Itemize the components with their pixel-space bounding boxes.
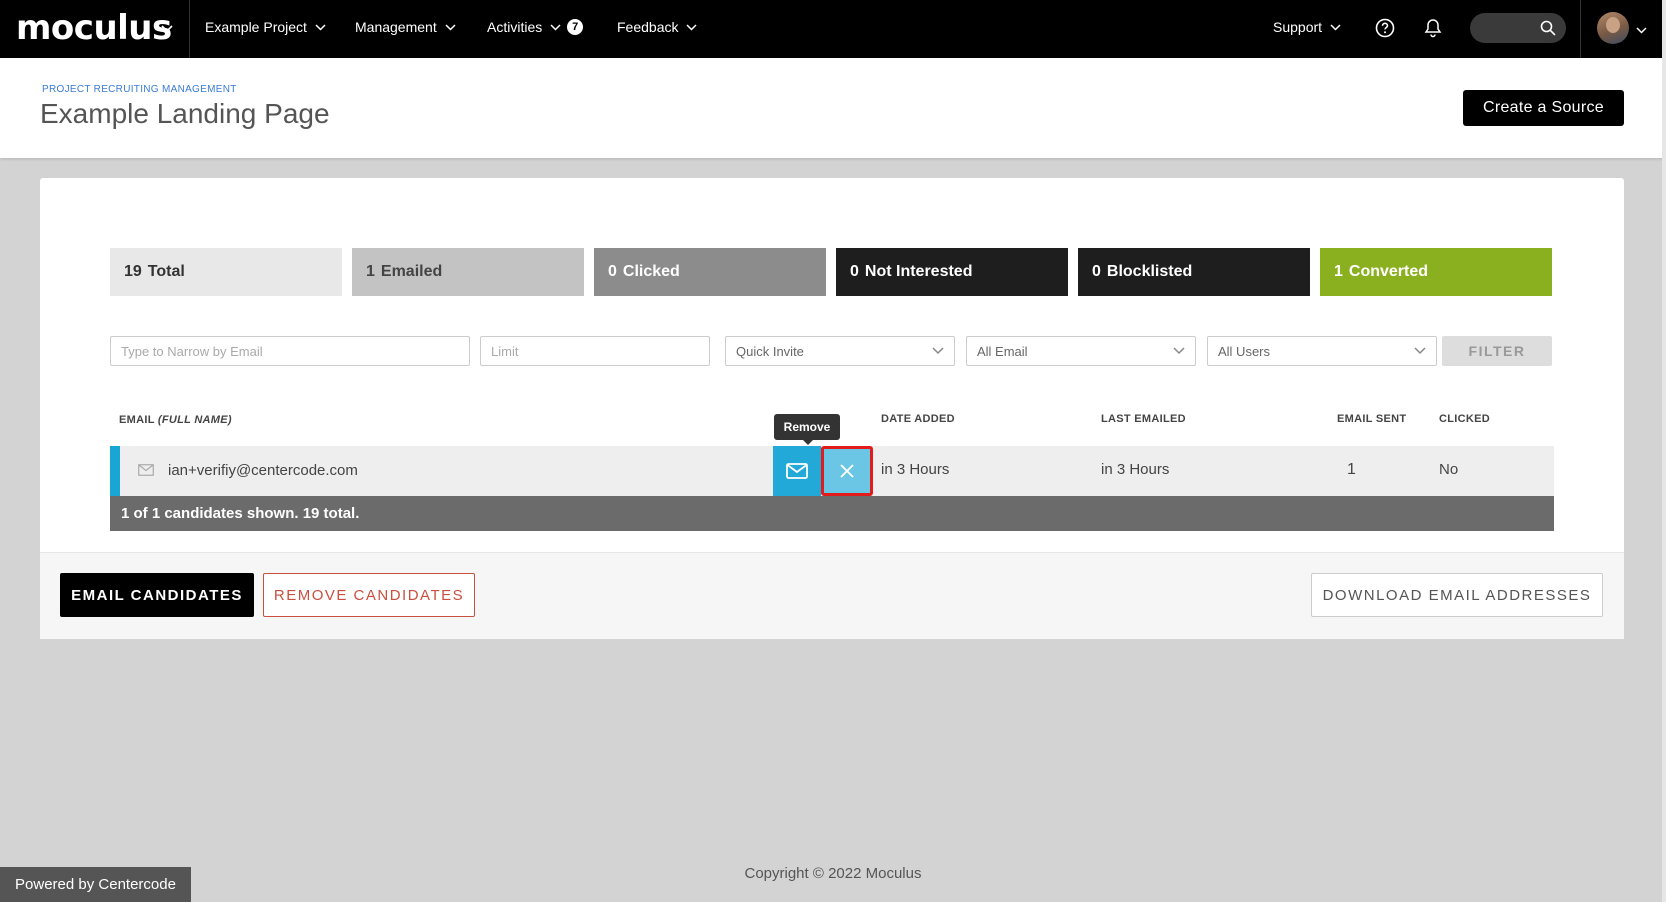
column-header-label: EMAIL <box>119 414 158 426</box>
email-sent-cell: 1 <box>1347 461 1356 478</box>
select-value: All Email <box>977 343 1028 359</box>
column-header-date-added[interactable]: DATE ADDED <box>881 413 955 425</box>
email-filter-input[interactable]: Type to Narrow by Email <box>110 336 470 366</box>
chevron-down-icon[interactable] <box>161 20 173 38</box>
email-select[interactable]: All Email <box>966 336 1196 366</box>
nav-item-label: Activities <box>487 19 543 35</box>
page-header: PROJECT RECRUITING MANAGEMENT Example La… <box>0 58 1666 158</box>
stat-blocklisted[interactable]: 0 Blocklisted <box>1078 248 1310 296</box>
nav-activities[interactable]: Activities 7 <box>487 19 584 35</box>
stat-converted[interactable]: 1 Converted <box>1320 248 1552 296</box>
download-email-addresses-button[interactable]: DOWNLOAD EMAIL ADDRESSES <box>1311 573 1603 617</box>
chevron-down-icon <box>550 23 561 31</box>
close-icon <box>840 464 854 478</box>
create-source-button[interactable]: Create a Source <box>1463 90 1624 126</box>
chevron-down-icon[interactable] <box>1636 21 1647 39</box>
chevron-down-icon <box>1173 347 1185 355</box>
chevron-down-icon <box>445 23 456 31</box>
chevron-down-icon <box>1330 23 1341 31</box>
powered-by-link[interactable]: Powered by Centercode <box>0 867 191 902</box>
candidate-email: ian+verifiy@centercode.com <box>168 462 358 479</box>
envelope-icon <box>786 463 808 479</box>
scrollbar[interactable] <box>1662 0 1666 902</box>
chevron-down-icon <box>686 23 698 31</box>
nav-item-label: Management <box>355 19 437 35</box>
row-status-indicator <box>110 446 120 496</box>
envelope-icon <box>138 463 154 481</box>
avatar[interactable] <box>1597 12 1629 44</box>
column-header-clicked[interactable]: CLICKED <box>1439 413 1490 425</box>
email-candidate-button[interactable] <box>773 446 821 496</box>
remove-candidates-button[interactable]: REMOVE CANDIDATES <box>263 573 475 617</box>
remove-candidate-button[interactable] <box>821 446 873 496</box>
column-header-email-sent[interactable]: EMAIL SENT <box>1337 413 1406 425</box>
limit-input[interactable]: Limit <box>480 336 710 366</box>
date-added-cell: in 3 Hours <box>881 461 950 478</box>
column-header-last-emailed[interactable]: LAST EMAILED <box>1101 413 1186 425</box>
stat-label: Not Interested <box>864 263 973 280</box>
stat-count: 1 <box>1334 263 1343 280</box>
stat-label: Converted <box>1348 263 1429 280</box>
stat-label: Clicked <box>622 263 680 280</box>
search-icon <box>1540 20 1556 41</box>
nav-management[interactable]: Management <box>355 19 456 35</box>
nav-feedback[interactable]: Feedback <box>617 19 698 35</box>
nav-support[interactable]: Support <box>1273 19 1341 35</box>
stat-label: Emailed <box>380 263 443 280</box>
nav-item-label: Example Project <box>205 19 307 35</box>
last-emailed-cell: in 3 Hours <box>1101 461 1170 478</box>
stat-total[interactable]: 19 Total <box>110 248 342 296</box>
card-actions: EMAIL CANDIDATES REMOVE CANDIDATES DOWNL… <box>40 552 1624 639</box>
select-value: All Users <box>1218 343 1271 359</box>
chevron-down-icon <box>932 347 944 355</box>
copyright: Copyright © 2022 Moculus <box>744 865 922 882</box>
table-summary: 1 of 1 candidates shown. 19 total. <box>110 496 1554 531</box>
column-header-sublabel: (FULL NAME) <box>157 414 232 426</box>
logo[interactable]: moculus <box>16 8 172 48</box>
candidates-card: 19 Total 1 Emailed 0 Clicked 0 Not Intereste… <box>40 178 1624 639</box>
filter-button[interactable]: FILTER <box>1442 336 1552 366</box>
stat-emailed[interactable]: 1 Emailed <box>352 248 584 296</box>
top-nav: moculus Example Project Management Activ… <box>0 0 1666 58</box>
stat-label: Blocklisted <box>1106 263 1193 280</box>
breadcrumb[interactable]: PROJECT RECRUITING MANAGEMENT <box>42 84 237 95</box>
bell-icon[interactable] <box>1421 16 1445 40</box>
nav-divider <box>189 0 190 58</box>
table-row[interactable]: ian+verifiy@centercode.com in 3 Hours in… <box>110 446 1554 496</box>
invite-select[interactable]: Quick Invite <box>725 336 955 366</box>
chevron-down-icon <box>315 23 326 31</box>
activities-count-badge: 7 <box>567 19 584 35</box>
help-icon[interactable] <box>1373 16 1397 40</box>
remove-tooltip: Remove <box>774 414 840 445</box>
stat-label: Total <box>147 263 185 280</box>
page-title: Example Landing Page <box>40 98 330 129</box>
clicked-cell: No <box>1439 461 1459 478</box>
stat-clicked[interactable]: 0 Clicked <box>594 248 826 296</box>
nav-example-project[interactable]: Example Project <box>205 19 326 35</box>
nav-divider <box>1580 0 1581 58</box>
nav-search-input[interactable] <box>1470 13 1566 43</box>
stat-count: 0 <box>1092 263 1101 280</box>
stats-bar: 19 Total 1 Emailed 0 Clicked 0 Not Intereste… <box>110 248 1552 296</box>
email-candidates-button[interactable]: EMAIL CANDIDATES <box>60 573 254 617</box>
stat-count: 0 <box>850 263 859 280</box>
select-value: Quick Invite <box>736 343 804 359</box>
chevron-down-icon <box>1414 347 1426 355</box>
stat-count: 19 <box>124 263 142 280</box>
stat-not-interested[interactable]: 0 Not Interested <box>836 248 1068 296</box>
stat-count: 0 <box>608 263 617 280</box>
column-header-email[interactable]: EMAIL (FULL NAME) <box>119 414 232 426</box>
nav-item-label: Support <box>1273 19 1323 35</box>
users-select[interactable]: All Users <box>1207 336 1437 366</box>
nav-item-label: Feedback <box>617 19 679 35</box>
stat-count: 1 <box>366 263 375 280</box>
